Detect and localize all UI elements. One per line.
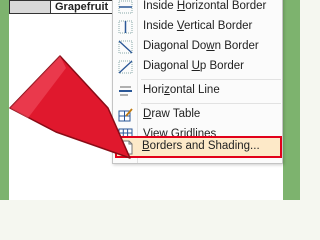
red-pointer-arrow-icon: [9, 55, 131, 159]
